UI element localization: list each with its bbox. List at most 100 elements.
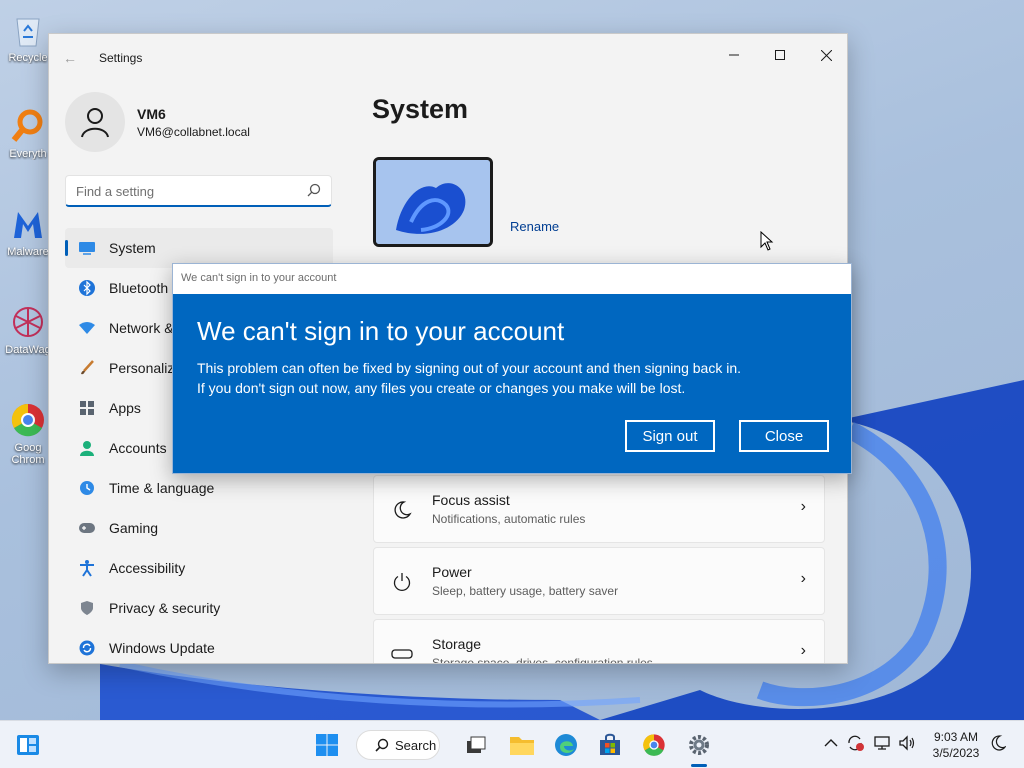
- windows-update-icon: [77, 638, 97, 658]
- dialog-message-line: If you don't sign out now, any files you…: [197, 380, 686, 396]
- chrome-icon: [643, 734, 665, 756]
- dialog-titlebar-text: We can't sign in to your account: [181, 272, 337, 284]
- taskbar: Search 9:03 AM 3/5/2023: [0, 720, 1024, 768]
- windows-logo-icon: [316, 734, 338, 756]
- dialog-heading: We can't sign in to your account: [197, 316, 565, 346]
- chrome-icon: [8, 400, 48, 440]
- app-title: Settings: [99, 51, 143, 65]
- taskbar-search-label: Search: [395, 737, 437, 753]
- malwarebytes-icon: [8, 204, 48, 244]
- task-view-icon: [467, 736, 486, 753]
- search-input[interactable]: [76, 182, 296, 200]
- focus-assist-moon-icon[interactable]: [990, 734, 1007, 755]
- moon-icon: [390, 498, 414, 522]
- microsoft-store-button[interactable]: [594, 729, 626, 761]
- accessibility-icon: [77, 558, 97, 578]
- user-icon: [81, 108, 109, 138]
- gaming-icon: [77, 518, 97, 538]
- time-language-icon: [77, 478, 97, 498]
- card-title: Storage: [432, 636, 482, 652]
- task-view-button[interactable]: [460, 729, 492, 761]
- clock[interactable]: 9:03 AM 3/5/2023: [920, 729, 992, 761]
- close-dialog-button[interactable]: Close: [739, 420, 829, 452]
- close-window-button[interactable]: [803, 40, 847, 70]
- personalization-icon: [77, 358, 97, 378]
- user-name: VM6: [137, 106, 166, 122]
- minimize-button[interactable]: [711, 40, 757, 70]
- nav-item-label: Windows Update: [109, 640, 215, 656]
- card-title: Focus assist: [432, 492, 510, 508]
- gear-icon: [689, 735, 709, 755]
- nav-item-label: Privacy & security: [109, 600, 221, 616]
- card-subtitle: Notifications, automatic rules: [432, 512, 586, 526]
- nav-item-label: Accessibility: [109, 560, 186, 576]
- store-icon: [600, 733, 620, 755]
- rename-link[interactable]: Rename: [510, 219, 559, 234]
- back-arrow-icon[interactable]: ←: [63, 50, 81, 66]
- taskbar-search-button[interactable]: Search: [356, 730, 440, 760]
- network-status-icon[interactable]: [873, 734, 891, 755]
- card-subtitle: Sleep, battery usage, battery saver: [432, 584, 619, 598]
- nav-item-windows-update[interactable]: Windows Update: [65, 628, 333, 663]
- edge-button[interactable]: [550, 729, 582, 761]
- maximize-button[interactable]: [757, 40, 803, 70]
- card-title: Power: [432, 564, 472, 580]
- nav-item-gaming[interactable]: Gaming: [65, 508, 333, 548]
- recycle-bin-icon: [8, 10, 48, 50]
- settings-search-box[interactable]: [65, 175, 332, 207]
- nav-item-label: System: [109, 240, 156, 256]
- nav-item-privacy-security[interactable]: Privacy & security: [65, 588, 333, 628]
- privacy-shield-icon: [77, 598, 97, 618]
- chrome-taskbar-button[interactable]: [638, 729, 670, 761]
- nav-item-label: Apps: [109, 400, 141, 416]
- chevron-right-icon: ›: [800, 498, 806, 515]
- chevron-right-icon: ›: [800, 642, 806, 659]
- sign-in-error-dialog: We can't sign in to your account We can'…: [172, 263, 852, 474]
- user-email: VM6@collabnet.local: [137, 125, 250, 139]
- search-icon: [307, 183, 321, 202]
- system-icon: [77, 238, 97, 258]
- everything-search-icon: [8, 106, 48, 146]
- nav-item-label: Time & language: [109, 480, 215, 496]
- clock-date: 3/5/2023: [932, 746, 980, 760]
- show-hidden-icons-chevron-up-icon[interactable]: [824, 735, 838, 751]
- nav-item-label: Accounts: [109, 440, 167, 456]
- settings-titlebar[interactable]: ← Settings: [49, 34, 847, 82]
- file-explorer-button[interactable]: [506, 729, 538, 761]
- search-icon: [375, 738, 389, 752]
- settings-taskbar-button[interactable]: [683, 729, 715, 761]
- datawagon-icon: [8, 302, 48, 342]
- nav-item-label: Personaliz: [109, 360, 175, 376]
- sync-error-icon[interactable]: [846, 734, 864, 755]
- nav-item-system[interactable]: System: [65, 228, 333, 268]
- card-storage[interactable]: Storage Storage space, drives, configura…: [373, 619, 825, 664]
- widgets-button[interactable]: [12, 729, 44, 761]
- card-power[interactable]: Power Sleep, battery usage, battery save…: [373, 547, 825, 615]
- device-thumbnail: [373, 157, 493, 247]
- nav-item-label: Gaming: [109, 520, 159, 536]
- apps-icon: [77, 398, 97, 418]
- start-button[interactable]: [311, 729, 343, 761]
- card-focus-assist[interactable]: Focus assist Notifications, automatic ru…: [373, 475, 825, 543]
- dialog-titlebar[interactable]: We can't sign in to your account: [173, 264, 851, 294]
- clock-time: 9:03 AM: [933, 730, 979, 744]
- sign-out-button[interactable]: Sign out: [625, 420, 715, 452]
- avatar: [65, 92, 125, 152]
- accounts-icon: [77, 438, 97, 458]
- nav-item-label: Network &: [109, 320, 174, 336]
- nav-item-time-language[interactable]: Time & language: [65, 468, 333, 508]
- folder-icon: [510, 737, 534, 755]
- page-title: System: [372, 94, 469, 124]
- active-app-indicator: [691, 764, 707, 767]
- nav-item-label: Bluetooth: [109, 280, 169, 296]
- card-subtitle: Storage space, drives, configuration rul…: [432, 656, 653, 664]
- mouse-cursor-icon: [760, 230, 774, 256]
- storage-icon: [390, 642, 414, 663]
- network-icon: [77, 318, 97, 338]
- dialog-message-line: This problem can often be fixed by signi…: [197, 360, 742, 376]
- chevron-right-icon: ›: [800, 570, 806, 587]
- bluetooth-icon: [77, 278, 97, 298]
- nav-item-accessibility[interactable]: Accessibility: [65, 548, 333, 588]
- volume-icon[interactable]: [898, 734, 916, 755]
- widgets-icon: [17, 735, 39, 755]
